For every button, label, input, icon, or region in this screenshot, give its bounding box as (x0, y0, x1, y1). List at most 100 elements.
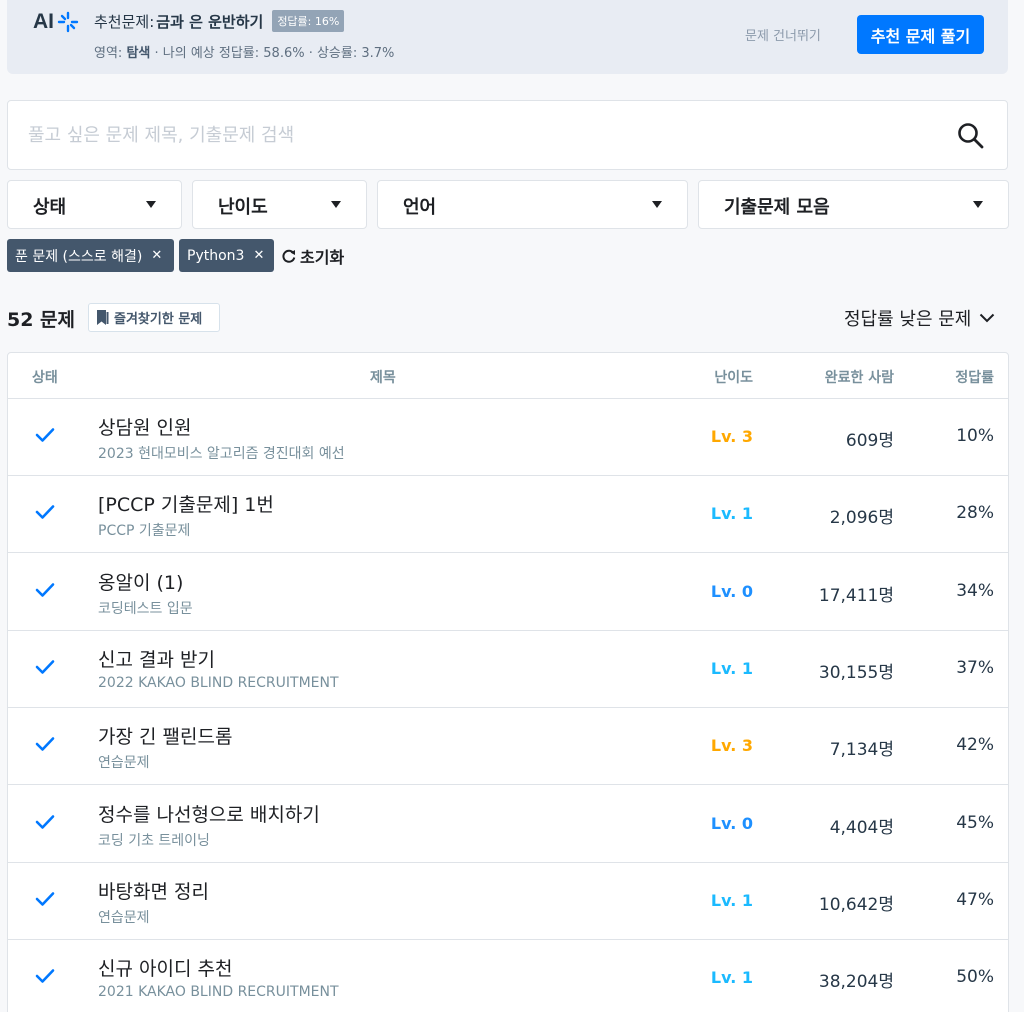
filter-past-exams-label: 기출문제 모음 (724, 197, 830, 218)
bookmarked-problems-button[interactable]: 즐겨찾기한 문제 (88, 303, 220, 332)
header-title: 제목 (370, 370, 396, 386)
tag-label: Python3 (187, 247, 245, 264)
ai-logo: AI (33, 10, 79, 34)
problem-level: Lv. 3 (710, 736, 753, 756)
recommend-prefix: 추천문제: (94, 12, 155, 31)
problem-title[interactable]: 상담원 인원 (98, 413, 191, 440)
problem-category: PCCP 기출문제 (98, 523, 191, 540)
meta-area-value: 탐색 (126, 46, 151, 61)
check-icon (35, 505, 55, 520)
filter-status-label: 상태 (33, 197, 67, 218)
problem-title[interactable]: 바탕화면 정리 (98, 877, 209, 904)
search-bar (7, 100, 1008, 170)
close-icon[interactable]: ✕ (253, 248, 264, 263)
refresh-icon (282, 249, 296, 263)
problem-level: Lv. 1 (710, 890, 753, 910)
recommend-meta: 영역: 탐색 · 나의 예상 정답률: 58.6% · 상승률: 3.7% (94, 42, 394, 61)
accuracy-rate: 28% (956, 503, 994, 524)
reset-filters-button[interactable]: 초기화 (281, 244, 344, 268)
accuracy-rate: 42% (956, 735, 994, 756)
caret-down-icon (331, 201, 341, 208)
active-filter-tag: 푼 문제 (스스로 해결) ✕ (7, 239, 174, 272)
problem-title[interactable]: 옹알이 (1) (98, 568, 183, 595)
search-input[interactable] (28, 119, 908, 151)
accuracy-rate: 50% (956, 967, 994, 988)
sparkle-icon (57, 11, 79, 33)
table-row[interactable]: 가장 긴 팰린드롬연습문제 Lv. 3 7,134명 42% (8, 708, 1008, 786)
problem-category: 2022 KAKAO BLIND RECRUITMENT (98, 674, 339, 691)
accuracy-badge: 정답률: 16% (272, 10, 345, 32)
filter-difficulty[interactable]: 난이도 (192, 180, 367, 229)
meta-area-label: 영역: (94, 46, 123, 61)
header-rate: 정답률 (955, 370, 994, 386)
check-icon (35, 428, 55, 442)
table-row[interactable]: 신규 아이디 추천 2021 KAKAO BLIND RECRUITMENT Lv.… (8, 940, 1008, 1012)
filter-status[interactable]: 상태 (7, 180, 182, 229)
close-icon[interactable]: ✕ (151, 248, 162, 263)
tag-label: 푼 문제 (스스로 해결) (15, 248, 143, 265)
problem-title[interactable]: 신규 아이디 추천 (98, 954, 232, 981)
meta-stats: · 나의 예상 정답률: 58.6% · 상승률: 3.7% (154, 46, 395, 61)
solve-recommended-button[interactable]: 추천 문제 풀기 (857, 15, 984, 54)
sort-dropdown[interactable]: 정답률 낮은 문제 (844, 305, 995, 331)
problem-category: 연습문제 (98, 909, 150, 926)
caret-down-icon (973, 201, 983, 208)
recommended-problem-title[interactable]: 금과 은 운반하기 (156, 11, 263, 32)
filter-language[interactable]: 언어 (377, 180, 688, 229)
problem-category: 2023 현대모비스 알고리즘 경진대회 예선 (98, 446, 345, 462)
problem-count: 52 문제 (7, 309, 76, 331)
problem-level: Lv. 0 (710, 813, 753, 833)
chevron-down-icon (980, 313, 995, 323)
completed-count: 4,404명 (829, 817, 894, 838)
completed-count: 10,642명 (818, 894, 894, 915)
header-level: 난이도 (714, 370, 753, 386)
problem-category: 연습문제 (98, 755, 150, 772)
problem-title[interactable]: [PCCP 기출문제] 1번 (98, 490, 274, 517)
accuracy-rate: 45% (956, 812, 994, 833)
header-completed: 완료한 사람 (824, 370, 894, 386)
problem-level: Lv. 1 (710, 968, 753, 988)
accuracy-rate: 10% (956, 426, 994, 446)
caret-down-icon (652, 201, 662, 208)
header-status: 상태 (32, 370, 58, 386)
completed-count: 17,411명 (818, 585, 894, 606)
filter-past-exams[interactable]: 기출문제 모음 (698, 180, 1009, 229)
problem-title[interactable]: 신고 결과 받기 (98, 645, 215, 672)
accuracy-rate: 34% (956, 580, 994, 601)
completed-count: 30,155명 (818, 662, 894, 683)
problem-table: 상태 제목 난이도 완료한 사람 정답률 상담원 인원 2023 현대모비스 알고… (7, 352, 1009, 1012)
table-row[interactable]: 상담원 인원 2023 현대모비스 알고리즘 경진대회 예선 Lv. 3 609명 10… (8, 399, 1008, 476)
problem-title[interactable]: 가장 긴 팰린드롬 (98, 722, 232, 749)
bookmark-label: 즐겨찾기한 문제 (114, 312, 203, 327)
problem-level: Lv. 1 (710, 658, 753, 678)
check-icon (35, 660, 55, 674)
check-icon (35, 737, 55, 751)
skip-problem-link[interactable]: 문제 건너뛰기 (745, 25, 821, 44)
table-row[interactable]: 바탕화면 정리연습문제 Lv. 1 10,642명 47% (8, 863, 1008, 940)
accuracy-rate: 47% (956, 889, 994, 910)
completed-count: 7,134명 (829, 740, 894, 761)
table-row[interactable]: 정수를 나선형으로 배치하기코딩 기초 트레이닝 Lv. 0 4,404명 45% (8, 786, 1008, 863)
filter-language-label: 언어 (403, 197, 437, 218)
problem-title[interactable]: 정수를 나선형으로 배치하기 (98, 800, 320, 827)
ai-recommendation-banner: AI 추천문제: 금과 은 운반하기 정답률: 16% 영역: 탐색 · 나의 … (7, 0, 1008, 74)
table-row[interactable]: 신고 결과 받기 2022 KAKAO BLIND RECRUITMENT Lv. … (8, 631, 1008, 708)
check-icon (35, 969, 55, 983)
search-icon[interactable] (956, 121, 986, 151)
completed-count: 2,096명 (829, 508, 894, 529)
completed-count: 38,204명 (818, 972, 894, 993)
table-row[interactable]: 옹알이 (1) 코딩테스트 입문 Lv. 0 17,411명 34% (8, 554, 1008, 631)
ai-logo-text: AI (33, 10, 54, 33)
active-filter-tag: Python3 ✕ (179, 239, 274, 272)
accuracy-rate: 37% (956, 657, 994, 678)
bookmark-icon (97, 310, 109, 325)
check-icon (35, 891, 55, 906)
table-header: 상태 제목 난이도 완료한 사람 정답률 (8, 353, 1008, 399)
completed-count: 609명 (845, 431, 894, 451)
table-row[interactable]: [PCCP 기출문제] 1번 PCCP 기출문제 Lv. 1 2,096명 28% (8, 476, 1008, 554)
caret-down-icon (146, 201, 156, 208)
problem-category: 코딩 기초 트레이닝 (98, 832, 210, 849)
check-icon (35, 814, 55, 829)
problem-level: Lv. 1 (710, 504, 753, 524)
check-icon (35, 582, 55, 597)
